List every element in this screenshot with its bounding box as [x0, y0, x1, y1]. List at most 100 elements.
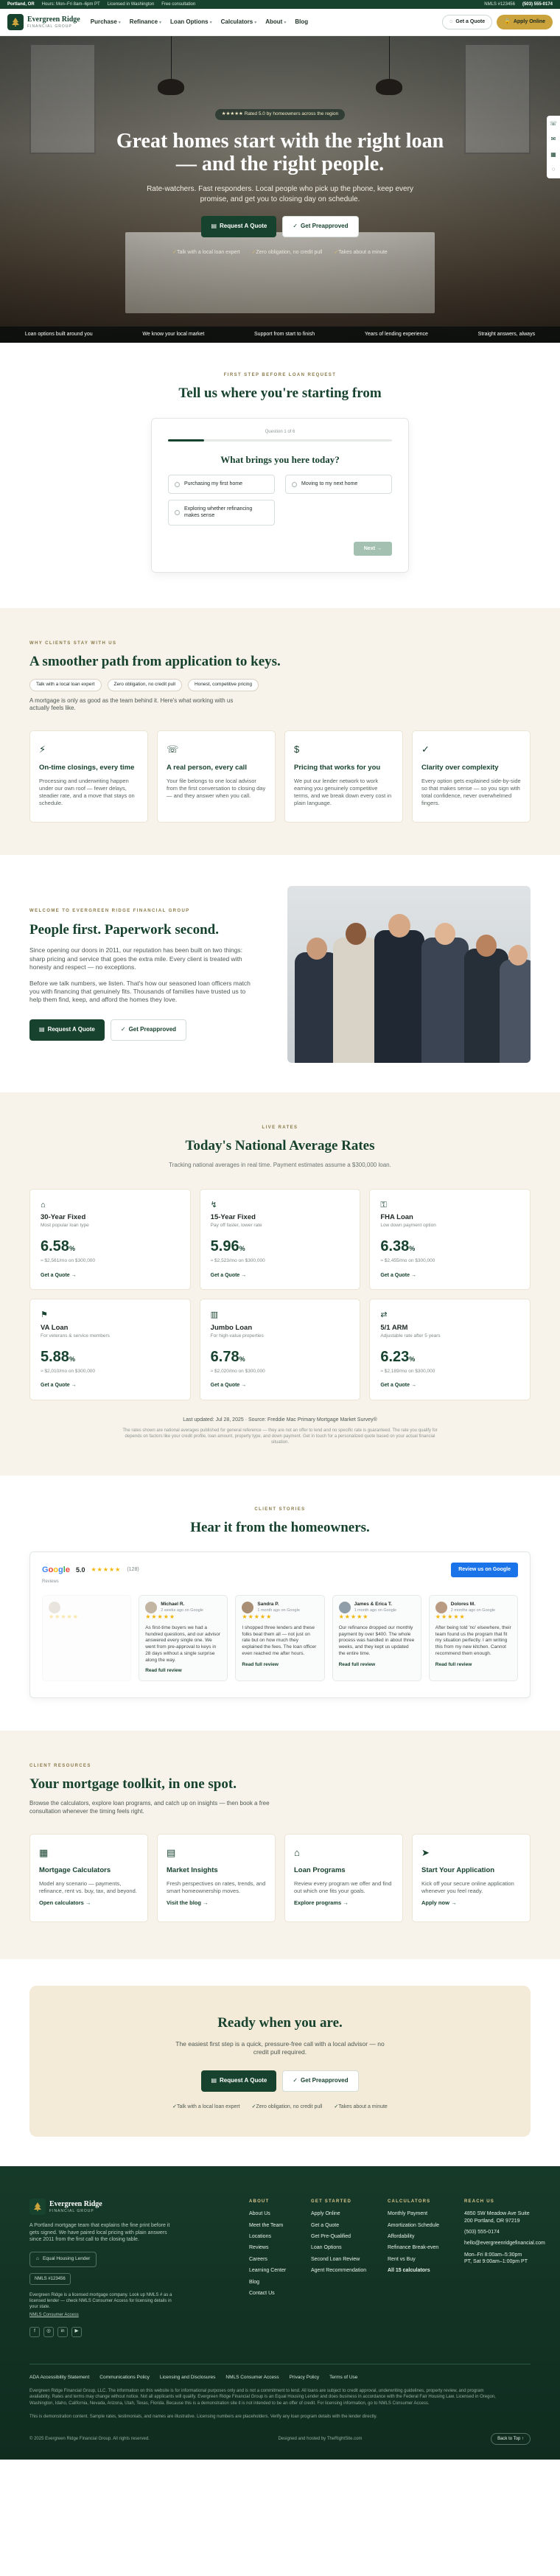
rate-quote-link[interactable]: Get a Quote → — [211, 1382, 350, 1389]
rate-quote-link[interactable]: Get a Quote → — [380, 1272, 519, 1279]
footer-email[interactable]: hello@evergreenridgefinancial.com — [464, 2240, 545, 2247]
read-more-link[interactable]: Read full review — [339, 1662, 415, 1669]
request-quote-button[interactable]: ▤ Request A Quote — [201, 2070, 277, 2092]
rate-quote-link[interactable]: Get a Quote → — [41, 1272, 180, 1279]
footer-link[interactable]: Get Pre-Qualified — [311, 2233, 377, 2240]
legal-link[interactable]: NMLS Consumer Access — [225, 2375, 279, 2381]
request-quote-button[interactable]: ▤ Request A Quote — [29, 1019, 105, 1041]
resource-card[interactable]: ⌂ Loan Programs Review every program we … — [284, 1833, 403, 1923]
starting-point-section: FIRST STEP BEFORE LOAN REQUEST Tell us w… — [0, 343, 560, 609]
lightning-icon: ⚡ — [39, 744, 46, 755]
footer-link[interactable]: Contact Us — [249, 2290, 301, 2297]
rate-desc: Low down payment option — [380, 1223, 436, 1229]
nav-blog[interactable]: Blog — [295, 18, 308, 27]
footer-logo[interactable]: Evergreen Ridge FINANCIAL GROUP — [29, 2199, 167, 2216]
legal-link[interactable]: ADA Accessibility Statement — [29, 2375, 89, 2381]
quiz-option-first-home[interactable]: Purchasing my first home — [168, 475, 275, 494]
feature-text: Every option gets explained side-by-side… — [421, 777, 521, 806]
legal-link[interactable]: Licensing and Disclosures — [160, 2375, 216, 2381]
quiz-next-button[interactable]: Next → — [353, 541, 392, 556]
footer-link[interactable]: About Us — [249, 2210, 301, 2217]
get-preapproved-button[interactable]: ✓ Get Preapproved — [110, 1019, 187, 1041]
footer-link[interactable]: Monthly Payment — [388, 2210, 454, 2217]
quiz-progress-bar — [168, 439, 392, 441]
legal-link[interactable]: Terms of Use — [329, 2375, 357, 2381]
chevron-down-icon: ▾ — [159, 20, 162, 25]
resource-link[interactable]: Explore programs → — [294, 1899, 393, 1907]
phone-icon[interactable]: ☏ — [550, 120, 557, 128]
footer-phone[interactable]: (503) 555-0174 — [464, 2229, 531, 2235]
nav-loan-options[interactable]: Loan Options ▾ — [170, 18, 212, 27]
read-more-link[interactable]: Read full review — [242, 1662, 318, 1669]
logo[interactable]: Evergreen Ridge FINANCIAL GROUP — [7, 14, 80, 30]
resource-text: Review every program we offer and find o… — [294, 1879, 392, 1894]
read-more-link[interactable]: Read full review — [145, 1668, 221, 1675]
footer-link[interactable]: Locations — [249, 2233, 301, 2240]
footer-link[interactable]: Agent Recommendation — [311, 2267, 377, 2274]
resource-link[interactable]: Apply now → — [421, 1899, 521, 1907]
resource-card[interactable]: ➤ Start Your Application Kick off your s… — [412, 1833, 531, 1923]
mail-icon[interactable]: ✉ — [551, 136, 556, 144]
equal-housing-badge: ⌂ Equal Housing Lender — [29, 2252, 97, 2268]
footer-link[interactable]: Get a Quote — [311, 2222, 377, 2229]
resource-card[interactable]: ▦ Mortgage Calculators Model any scenari… — [29, 1833, 148, 1923]
legal-link[interactable]: Communications Policy — [99, 2375, 150, 2381]
rate-quote-link[interactable]: Get a Quote → — [41, 1382, 180, 1389]
nav-purchase[interactable]: Purchase ▾ — [91, 18, 121, 27]
footer-link[interactable]: Second Loan Review — [311, 2256, 377, 2263]
instagram-icon[interactable]: ◎ — [43, 2326, 54, 2337]
rate-quote-link[interactable]: Get a Quote → — [380, 1382, 519, 1389]
payment-estimate: ≈ $2,189/mo on $300,000 — [380, 1368, 435, 1374]
legal-links: ADA Accessibility Statement Communicatio… — [29, 2363, 531, 2381]
footer-link[interactable]: Reviews — [249, 2244, 301, 2251]
footer-link[interactable]: Amortization Schedule — [388, 2222, 454, 2229]
nmls-consumer-link[interactable]: NMLS Consumer Access — [29, 2312, 177, 2318]
footer-link[interactable]: Affordability — [388, 2233, 454, 2240]
nav-calculators[interactable]: Calculators ▾ — [221, 18, 257, 27]
benefit-item: Zero obligation, no credit pull — [252, 2104, 323, 2110]
get-quote-button[interactable]: ◌ Get a Quote — [442, 15, 493, 29]
utility-link[interactable]: Hours: Mon–Fri 8am–6pm PT — [42, 1, 100, 7]
legal-link[interactable]: Privacy Policy — [290, 2375, 319, 2381]
section-subtitle: Tracking national averages in real time.… — [169, 1161, 391, 1168]
rate-quote-link[interactable]: Get a Quote → — [211, 1272, 350, 1279]
resource-card[interactable]: ▤ Market Insights Fresh perspectives on … — [157, 1833, 276, 1923]
request-quote-button[interactable]: ▤ Request A Quote — [201, 216, 277, 238]
quiz-option-refinance[interactable]: Exploring whether refinancing makes sens… — [168, 499, 275, 526]
rate-card-fha: ⚿ FHA Loan Low down payment option 6.38%… — [369, 1188, 531, 1291]
footer-link[interactable]: Refinance Break-even — [388, 2244, 454, 2251]
footer-link[interactable]: All 15 calculators — [388, 2267, 454, 2274]
calendar-icon[interactable]: ▦ — [550, 151, 556, 159]
footer-link[interactable]: Rent vs Buy — [388, 2256, 454, 2263]
footer-link[interactable]: Meet the Team — [249, 2222, 301, 2229]
back-to-top-button[interactable]: Back to Top ↑ — [491, 2432, 531, 2445]
section-title: Your mortgage toolkit, in one spot. — [29, 1776, 237, 1793]
footer-link[interactable]: Learning Center — [249, 2267, 301, 2274]
resource-link[interactable]: Visit the blog → — [167, 1899, 266, 1907]
get-preapproved-button[interactable]: ✓ Get Preapproved — [282, 2070, 359, 2092]
youtube-icon[interactable]: ▶ — [71, 2326, 82, 2337]
review-on-google-button[interactable]: Review us on Google — [451, 1563, 518, 1577]
get-preapproved-button[interactable]: ✓ Get Preapproved — [282, 216, 359, 238]
footer-link[interactable]: Careers — [249, 2256, 301, 2263]
headset-icon: ☏ — [167, 744, 179, 755]
nav-about[interactable]: About ▾ — [265, 18, 286, 27]
nav-refinance[interactable]: Refinance ▾ — [130, 18, 161, 27]
footer-link[interactable]: Blog — [249, 2279, 301, 2286]
phone-link[interactable]: (503) 555-0174 — [522, 1, 553, 7]
quiz-option-next-home[interactable]: Moving to my next home — [285, 475, 392, 494]
resource-link[interactable]: Open calculators → — [39, 1899, 139, 1907]
utility-link[interactable]: Licensed in Washington — [108, 1, 154, 7]
review-card: James & Erica T. 1 month ago on Google ★★… — [332, 1594, 421, 1682]
rate-name: FHA Loan — [380, 1213, 413, 1222]
read-more-link[interactable]: Read full review — [435, 1662, 511, 1669]
site-credit[interactable]: Designed and hosted by TheRightSite.com — [278, 2436, 362, 2442]
utility-link[interactable]: Free consultation — [161, 1, 195, 7]
facebook-icon[interactable]: f — [29, 2326, 40, 2337]
footer-link[interactable]: Loan Options — [311, 2244, 377, 2251]
feature-title: Clarity over complexity — [421, 763, 499, 772]
chat-icon[interactable]: ◌ — [552, 166, 556, 174]
linkedin-icon[interactable]: in — [57, 2326, 68, 2337]
apply-online-button[interactable]: 🔒 Apply Online — [497, 15, 553, 29]
footer-link[interactable]: Apply Online — [311, 2210, 377, 2217]
